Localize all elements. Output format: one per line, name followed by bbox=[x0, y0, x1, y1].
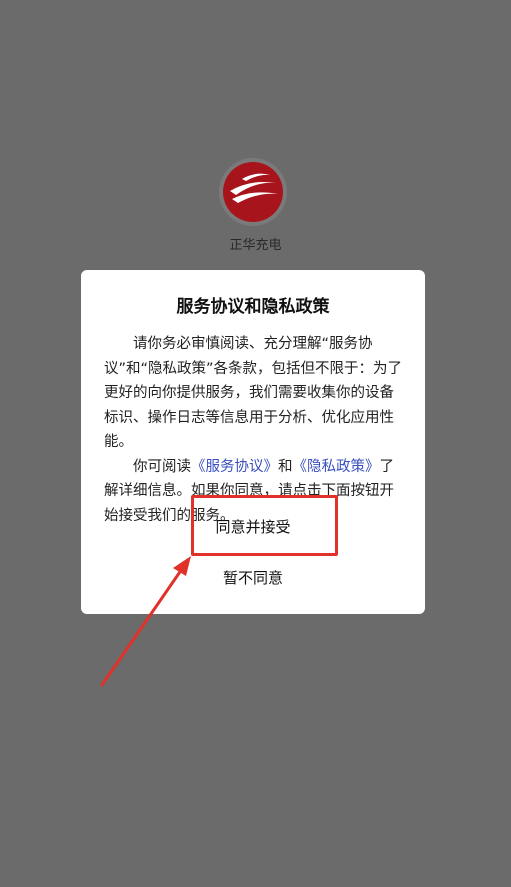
policy-paragraph: 请你务必审慎阅读、充分理解“服务协议”和“隐私政策”各条款，包括但不限于：为了更… bbox=[104, 336, 403, 450]
links-and-text: 和 bbox=[278, 458, 293, 475]
brand-swoosh-logo-icon bbox=[223, 162, 283, 222]
privacy-policy-link[interactable]: 《隐私政策》 bbox=[293, 459, 380, 475]
dialog-body: 请你务必审慎阅读、充分理解“服务协议”和“隐私政策”各条款，包括但不限于：为了更… bbox=[104, 332, 404, 528]
app-name: 正华充电 bbox=[229, 238, 282, 253]
agree-button[interactable]: 同意并接受 bbox=[141, 508, 365, 546]
decline-button[interactable]: 暂不同意 bbox=[141, 560, 365, 596]
service-agreement-link[interactable]: 《服务协议》 bbox=[191, 459, 278, 475]
app-logo-icon bbox=[219, 158, 287, 226]
links-prefix-text: 你可阅读 bbox=[133, 458, 191, 475]
dialog-title: 服务协议和隐私政策 bbox=[176, 297, 330, 317]
privacy-dialog: 服务协议和隐私政策 请你务必审慎阅读、充分理解“服务协议”和“隐私政策”各条款，… bbox=[81, 270, 425, 614]
